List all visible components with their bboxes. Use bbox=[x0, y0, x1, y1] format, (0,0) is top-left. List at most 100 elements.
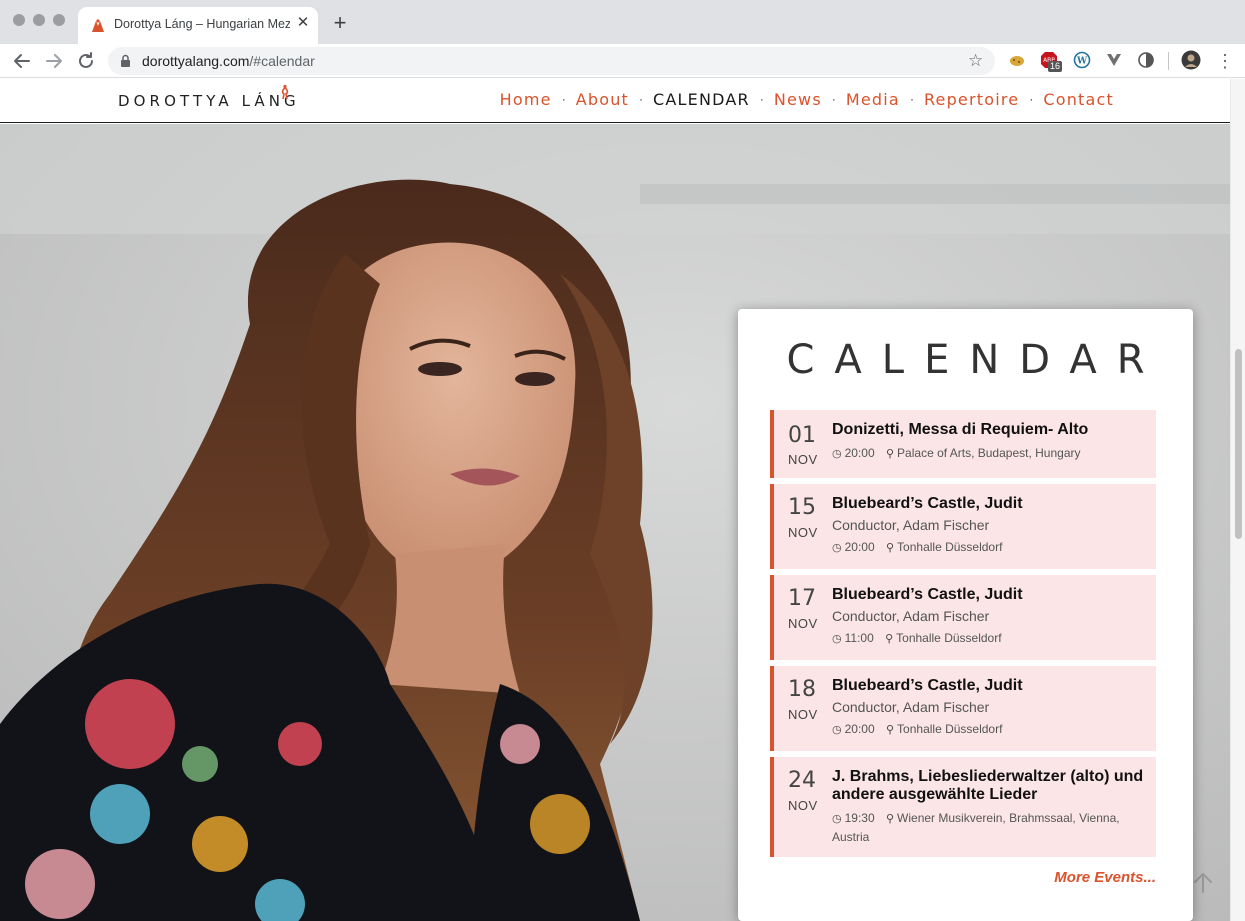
main-navigation: Home · About · CALENDAR · News · Media ·… bbox=[500, 90, 1114, 109]
clock-icon: ◷ bbox=[832, 724, 842, 736]
lock-icon bbox=[121, 54, 130, 67]
address-bar[interactable]: dorottyalang.com/#calendar ☆ bbox=[108, 47, 995, 75]
nav-link-media[interactable]: Media bbox=[846, 90, 900, 109]
event-meta: ◷ 11:00 ⚲ Tonhalle Düsseldorf bbox=[832, 629, 1148, 648]
scrollbar-thumb[interactable] bbox=[1235, 349, 1242, 539]
browser-menu-icon[interactable]: ⋮ bbox=[1216, 51, 1234, 71]
event-body: J. Brahms, Liebesliederwaltzer (alto) un… bbox=[832, 768, 1148, 846]
tab-close-icon[interactable]: ✕ bbox=[294, 14, 312, 32]
event-item[interactable]: 15 NOV Bluebeard’s Castle, Judit Conduct… bbox=[770, 484, 1156, 569]
event-meta: ◷ 20:00 ⚲ Palace of Arts, Budapest, Hungar… bbox=[832, 444, 1148, 463]
nav-link-home[interactable]: Home bbox=[500, 90, 552, 109]
nav-separator: · bbox=[1029, 91, 1034, 106]
event-subtitle: Conductor, Adam Fischer bbox=[832, 699, 990, 715]
event-item[interactable]: 18 NOV Bluebeard’s Castle, Judit Conduct… bbox=[770, 666, 1156, 751]
event-month: NOV bbox=[788, 798, 818, 813]
event-meta: ◷ 19:30 ⚲ Wiener Musikverein, Brahmssaal, … bbox=[832, 809, 1148, 846]
event-time: 20:00 bbox=[844, 446, 875, 460]
event-title[interactable]: Bluebeard’s Castle, Judit bbox=[832, 495, 1148, 513]
url-host: dorottyalang.com bbox=[142, 53, 250, 69]
clock-icon: ◷ bbox=[832, 542, 842, 554]
nav-separator: · bbox=[759, 91, 764, 106]
tab-title: Dorottya Láng – Hungarian Mez bbox=[114, 17, 290, 31]
event-day: 24 bbox=[788, 768, 816, 793]
browser-tab[interactable]: Dorottya Láng – Hungarian Mez ✕ bbox=[78, 7, 318, 44]
more-events-link[interactable]: More Events... bbox=[1054, 869, 1156, 886]
nav-link-calendar[interactable]: CALENDAR bbox=[653, 90, 750, 109]
clock-icon: ◷ bbox=[832, 633, 842, 645]
clock-icon: ◷ bbox=[832, 813, 842, 825]
clock-icon: ◷ bbox=[832, 448, 842, 460]
event-list: 01 NOV Donizetti, Messa di Requiem- Alto… bbox=[770, 410, 1156, 863]
event-day: 01 bbox=[788, 423, 816, 448]
event-day: 17 bbox=[788, 586, 816, 611]
event-item[interactable]: 17 NOV Bluebeard’s Castle, Judit Conduct… bbox=[770, 575, 1156, 660]
event-time: 20:00 bbox=[844, 722, 875, 736]
profile-avatar-icon[interactable] bbox=[1181, 50, 1201, 70]
nav-separator: · bbox=[561, 91, 566, 106]
event-title[interactable]: Bluebeard’s Castle, Judit bbox=[832, 586, 1148, 604]
nav-separator: · bbox=[831, 91, 836, 106]
event-body: Donizetti, Messa di Requiem- Alto ◷ 20:00… bbox=[832, 421, 1148, 463]
event-body: Bluebeard’s Castle, Judit Conductor, Ada… bbox=[832, 586, 1148, 648]
event-time: 19:30 bbox=[844, 811, 875, 825]
url-text: dorottyalang.com/#calendar bbox=[142, 53, 315, 69]
site-header: DOROTTYA LÁNG Home · About · CALENDAR · … bbox=[0, 78, 1230, 123]
event-item[interactable]: 24 NOV J. Brahms, Liebesliederwaltzer (a… bbox=[770, 757, 1156, 857]
event-meta: ◷ 20:00 ⚲ Tonhalle Düsseldorf bbox=[832, 720, 1148, 739]
event-title[interactable]: Bluebeard’s Castle, Judit bbox=[832, 677, 1148, 695]
logo-accent-icon bbox=[281, 84, 289, 100]
reload-icon[interactable] bbox=[74, 49, 98, 73]
nav-link-about[interactable]: About bbox=[576, 90, 629, 109]
event-location: Tonhalle Düsseldorf bbox=[897, 722, 1003, 736]
site-favicon-icon bbox=[92, 19, 104, 32]
event-subtitle: Conductor, Adam Fischer bbox=[832, 517, 990, 533]
url-path: /#calendar bbox=[249, 53, 315, 69]
event-location: Tonhalle Düsseldorf bbox=[896, 631, 1002, 645]
map-pin-icon: ⚲ bbox=[885, 724, 895, 736]
dark-mode-icon[interactable] bbox=[1137, 51, 1155, 69]
arrow-up-icon[interactable] bbox=[1190, 870, 1216, 896]
forward-arrow-icon[interactable] bbox=[42, 49, 66, 73]
event-time: 20:00 bbox=[844, 540, 875, 554]
event-body: Bluebeard’s Castle, Judit Conductor, Ada… bbox=[832, 677, 1148, 739]
browser-tab-bar: Dorottya Láng – Hungarian Mez ✕ + bbox=[0, 0, 1245, 44]
event-day: 15 bbox=[788, 495, 816, 520]
nav-link-contact[interactable]: Contact bbox=[1043, 90, 1114, 109]
event-location: Wiener Musikverein, Brahmssaal, Vienna, … bbox=[832, 811, 1120, 844]
vue-devtools-icon[interactable] bbox=[1105, 51, 1123, 69]
event-time: 11:00 bbox=[844, 631, 874, 645]
calendar-heading: CALENDAR bbox=[786, 337, 1165, 383]
event-title[interactable]: Donizetti, Messa di Requiem- Alto bbox=[832, 421, 1148, 439]
window-zoom-dot[interactable] bbox=[53, 14, 65, 26]
event-subtitle: Conductor, Adam Fischer bbox=[832, 608, 990, 624]
window-close-dot[interactable] bbox=[13, 14, 25, 26]
wordpress-icon[interactable]: W bbox=[1073, 51, 1091, 69]
map-pin-icon: ⚲ bbox=[885, 448, 895, 460]
event-meta: ◷ 20:00 ⚲ Tonhalle Düsseldorf bbox=[832, 538, 1148, 557]
new-tab-button[interactable]: + bbox=[330, 12, 350, 34]
extension-cookie-icon[interactable] bbox=[1008, 51, 1026, 69]
map-pin-icon: ⚲ bbox=[885, 542, 895, 554]
site-logo-text[interactable]: DOROTTYA LÁNG bbox=[118, 92, 300, 110]
nav-link-repertoire[interactable]: Repertoire bbox=[924, 90, 1019, 109]
event-location: Palace of Arts, Budapest, Hungary bbox=[897, 446, 1081, 460]
page-scrollbar[interactable] bbox=[1230, 79, 1245, 921]
event-month: NOV bbox=[788, 707, 818, 722]
nav-link-news[interactable]: News bbox=[774, 90, 822, 109]
bookmark-star-icon[interactable]: ☆ bbox=[968, 51, 983, 71]
back-arrow-icon[interactable] bbox=[10, 49, 34, 73]
nav-separator: · bbox=[639, 91, 644, 106]
map-pin-icon: ⚲ bbox=[885, 633, 894, 645]
toolbar-divider bbox=[1168, 52, 1169, 70]
event-location: Tonhalle Düsseldorf bbox=[897, 540, 1003, 554]
event-month: NOV bbox=[788, 525, 818, 540]
event-item[interactable]: 01 NOV Donizetti, Messa di Requiem- Alto… bbox=[770, 410, 1156, 478]
event-body: Bluebeard’s Castle, Judit Conductor, Ada… bbox=[832, 495, 1148, 557]
nav-separator: · bbox=[909, 91, 914, 106]
svg-text:W: W bbox=[1076, 57, 1088, 67]
map-pin-icon: ⚲ bbox=[885, 813, 895, 825]
event-title[interactable]: J. Brahms, Liebesliederwaltzer (alto) un… bbox=[832, 768, 1148, 804]
calendar-card: CALENDAR 01 NOV Donizetti, Messa di Requ… bbox=[738, 309, 1193, 921]
window-minimize-dot[interactable] bbox=[33, 14, 45, 26]
